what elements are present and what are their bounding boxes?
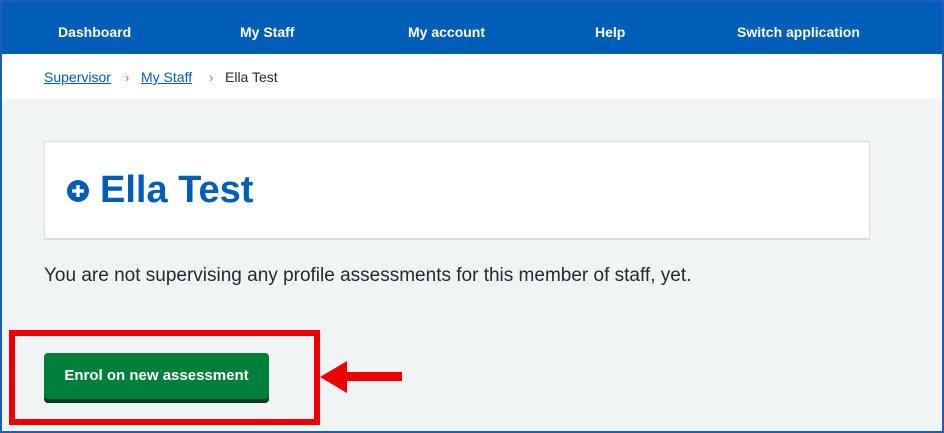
breadcrumb-link-my-staff[interactable]: My Staff <box>141 54 192 100</box>
nav-item-my-staff[interactable]: My Staff <box>240 2 294 54</box>
breadcrumb-link-supervisor[interactable]: Supervisor <box>44 54 111 100</box>
no-assessments-message: You are not supervising any profile asse… <box>44 265 692 286</box>
enrol-on-new-assessment-button[interactable]: Enrol on new assessment <box>44 353 269 399</box>
breadcrumb-separator: › <box>125 70 130 85</box>
nav-item-help[interactable]: Help <box>595 2 625 54</box>
staff-profile-card: Ella Test <box>44 141 870 240</box>
nav-item-switch-application[interactable]: Switch application <box>737 2 860 54</box>
nav-item-dashboard[interactable]: Dashboard <box>58 2 131 54</box>
breadcrumb-separator: › <box>209 70 214 85</box>
top-navigation: Dashboard My Staff My account Help Switc… <box>2 2 942 54</box>
left-arrow-icon <box>320 361 402 393</box>
staff-name-heading[interactable]: Ella Test <box>100 166 253 214</box>
plus-circle-icon[interactable] <box>67 180 89 202</box>
app-frame: Dashboard My Staff My account Help Switc… <box>0 0 944 433</box>
breadcrumb-current: Ella Test <box>225 69 278 85</box>
nav-item-my-account[interactable]: My account <box>408 2 485 54</box>
breadcrumb: Supervisor › My Staff › Ella Test <box>2 54 942 99</box>
